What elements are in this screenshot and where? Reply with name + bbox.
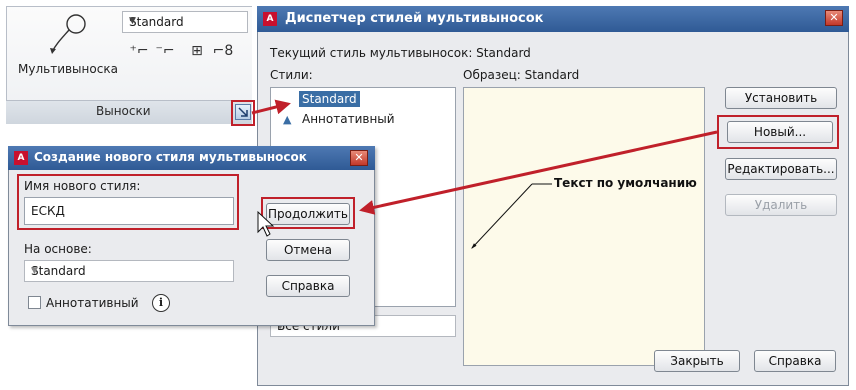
multileader-icon[interactable] [44,10,94,56]
current-style-label: Текущий стиль мультивыносок: Standard [270,46,531,60]
main-dialog-title: Диспетчер стилей мультивыносок [285,11,544,26]
close-icon[interactable]: ✕ [350,150,368,166]
main-dialog-titlebar: A Диспетчер стилей мультивыносок ✕ [257,6,849,32]
new-dialog-help-button[interactable]: Справка [266,275,350,297]
modify-button[interactable]: Редактировать... [725,158,837,180]
name-field-highlight [17,174,239,230]
style-preview [463,87,705,366]
based-on-label: На основе: [24,242,92,256]
annotative-checkbox[interactable] [28,296,41,309]
cancel-button[interactable]: Отмена [266,239,350,261]
ribbon-tool-icons: ⁺⌐ ⁻⌐ ⊞ ⌐8 [128,40,248,62]
chevron-down-icon: ▼ [31,266,38,276]
set-current-button[interactable]: Установить [725,87,837,109]
main-help-button[interactable]: Справка [754,350,836,372]
close-icon[interactable]: ✕ [825,10,843,26]
annotative-icon: ▲ [283,113,292,126]
new-dialog-title: Создание нового стиля мультивыносок [34,150,307,164]
annotative-checkbox-label: Аннотативный [46,296,139,310]
preview-label: Образец: Standard [463,68,580,82]
autocad-logo-icon: A [14,151,28,165]
delete-button[interactable]: Удалить [725,194,837,216]
style-item-standard[interactable]: Standard [299,91,360,107]
ribbon-style-select[interactable]: Standard ▼ [122,11,248,33]
autocad-logo-icon: A [263,12,277,26]
style-item-annotative[interactable]: Аннотативный [299,111,398,127]
new-button-highlight [717,115,839,149]
info-icon[interactable]: i [152,294,170,312]
close-button[interactable]: Закрыть [654,350,740,372]
collect-leaders-icon[interactable]: ⌐8 [212,40,234,62]
add-leader-icon[interactable]: ⁺⌐ [128,40,150,62]
ribbon-panel-title: Выноски [96,104,151,118]
new-dialog-titlebar: A Создание нового стиля мультивыносок ✕ [8,146,375,170]
styles-label: Стили: [270,68,313,82]
continue-button-highlight [261,197,355,229]
preview-annotation-text: Текст по умолчанию [554,176,697,190]
align-leaders-icon[interactable]: ⊞ [186,40,208,62]
multileader-button-label[interactable]: Мультивыноска [18,62,118,76]
remove-leader-icon[interactable]: ⁻⌐ [154,40,176,62]
chevron-down-icon: ▼ [129,16,136,26]
based-on-select[interactable]: Standard ▼ [24,260,234,282]
launcher-highlight [231,100,255,126]
